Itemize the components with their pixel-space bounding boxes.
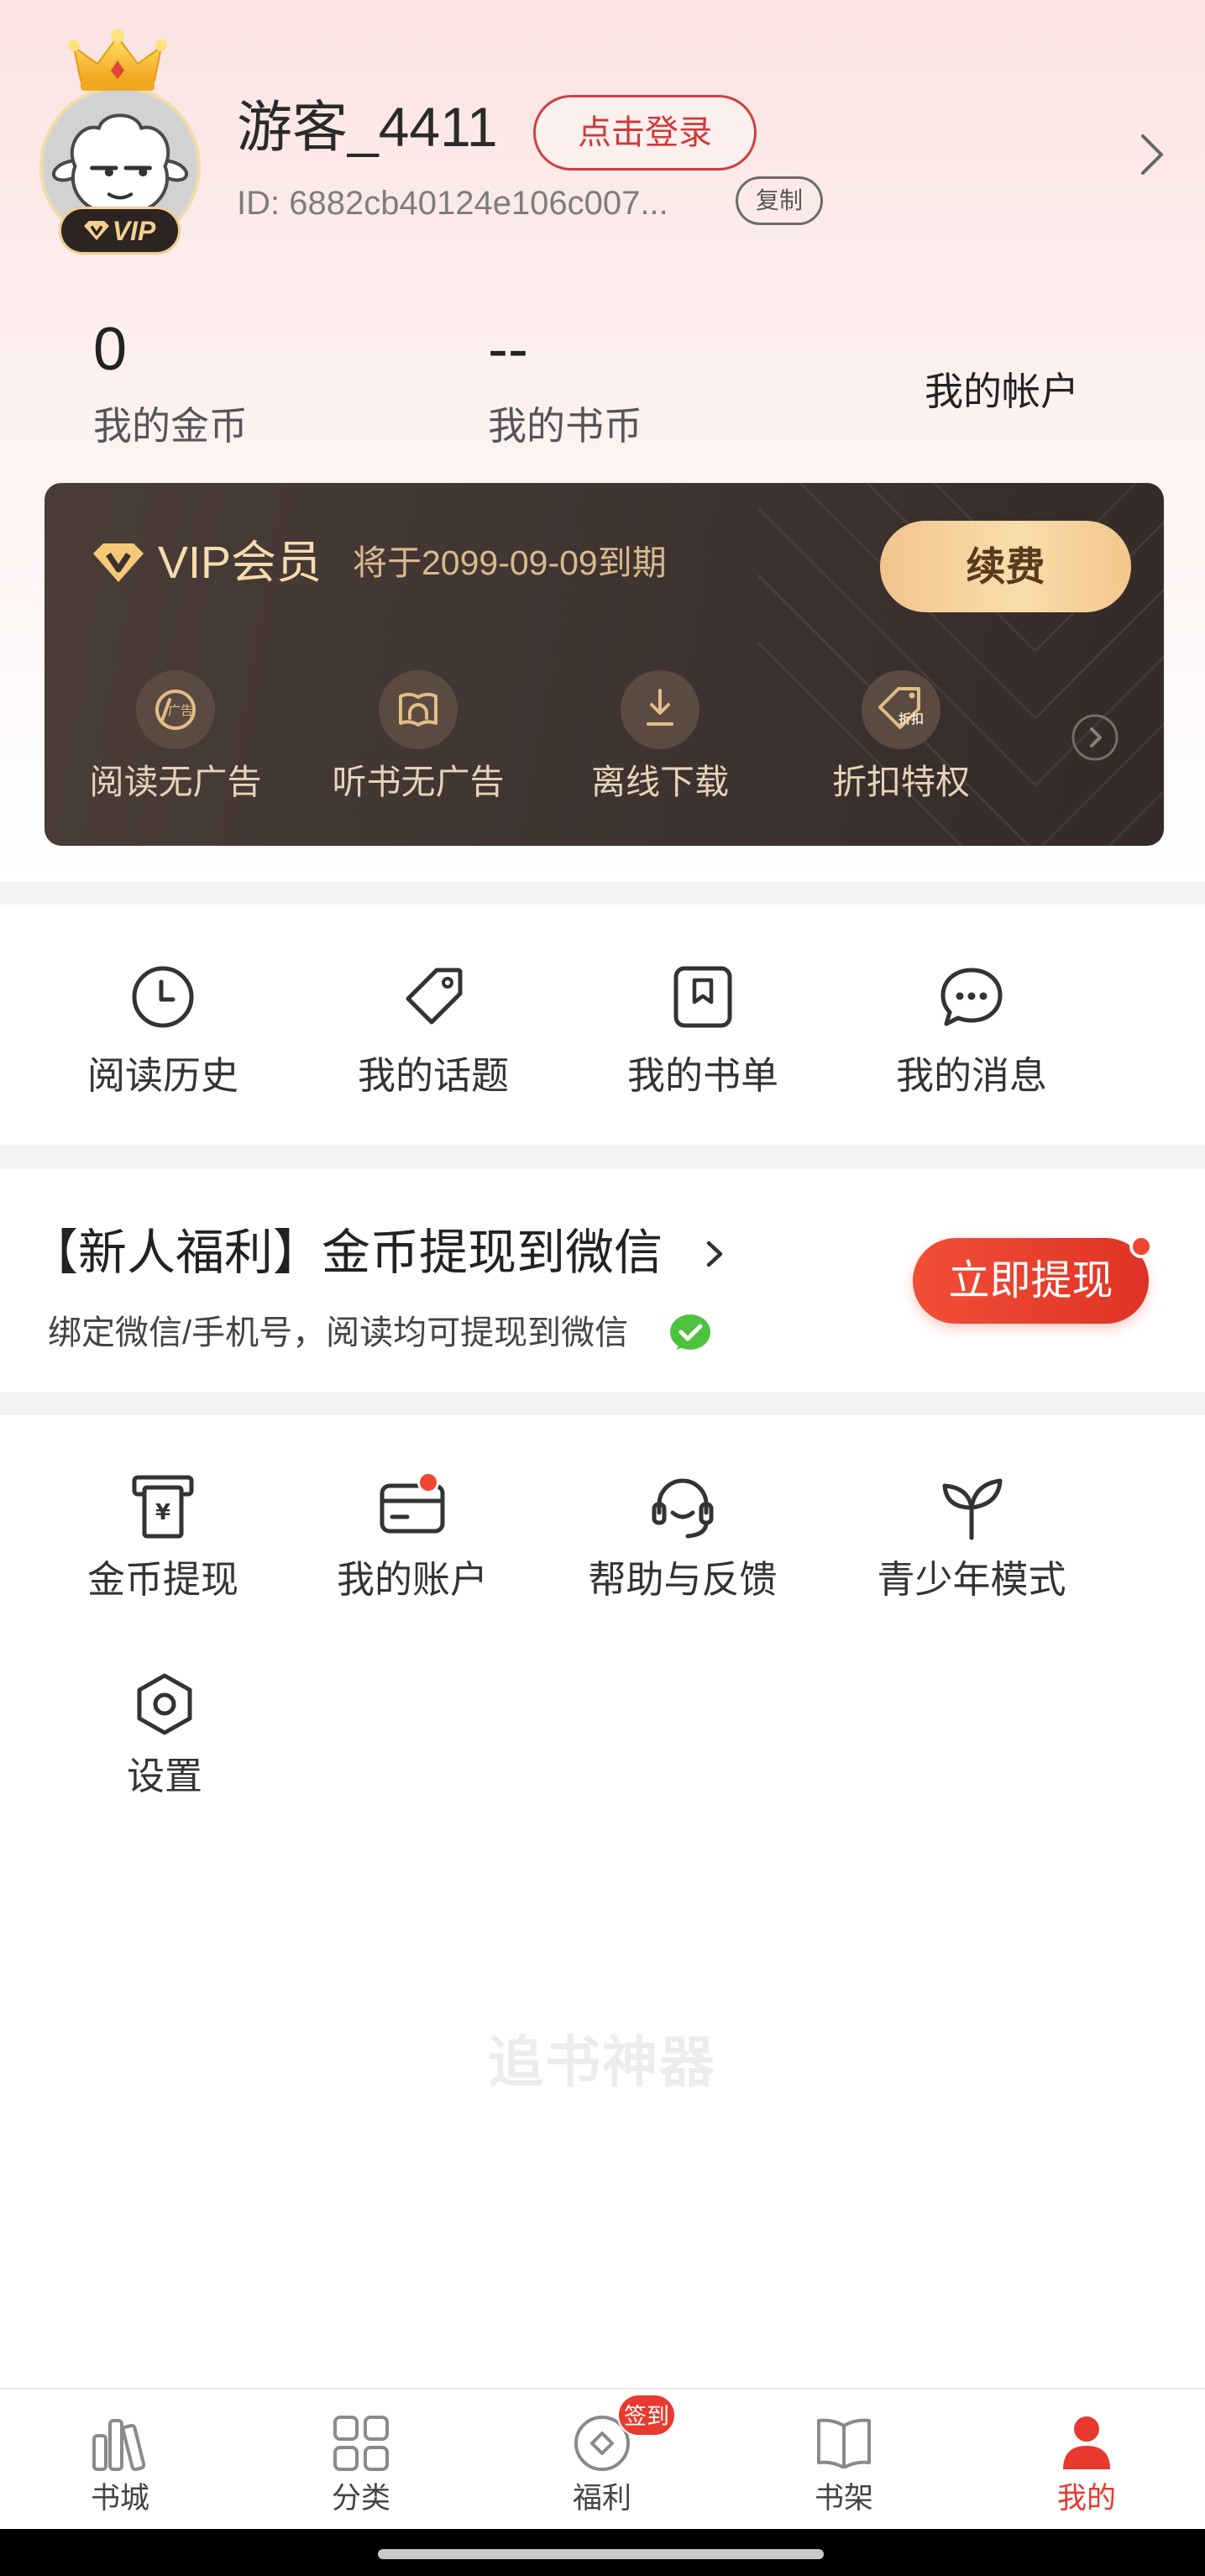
offline-download-icon (621, 670, 699, 749)
coin-balance[interactable]: 0 (93, 316, 127, 383)
settings-hexagon-icon (129, 1669, 200, 1739)
quick-link-my-booklist[interactable]: 我的书单 (577, 963, 829, 1099)
benefit-label: 听书无广告 (332, 763, 505, 801)
section-divider (0, 1393, 1205, 1415)
quick-link-label: 我的话题 (357, 1054, 509, 1097)
discount-tag-icon: 折扣 (862, 670, 940, 749)
no-ads-reading-icon: 广告 (136, 670, 215, 749)
benefit-label: 离线下载 (591, 763, 729, 801)
chat-bubble-icon (938, 963, 1005, 1031)
vip-diamond-icon (83, 220, 109, 240)
benefit-no-ads-reading[interactable]: 广告 阅读无广告 (62, 670, 289, 805)
nav-label: 福利 (572, 2482, 631, 2515)
benefit-offline-download[interactable]: 离线下载 (547, 670, 773, 805)
promo-title[interactable]: 【新人福利】金币提现到微信 (29, 1224, 663, 1283)
vip-expiry: 将于2099-09-09到期 (353, 543, 667, 582)
vip-badge-label: VIP (112, 215, 156, 246)
copy-id-button[interactable]: 复制 (736, 176, 823, 225)
nav-label: 分类 (331, 2482, 390, 2515)
home-indicator[interactable] (378, 2549, 824, 2559)
category-grid-icon (328, 2411, 394, 2476)
tool-label: 金币提现 (86, 1558, 238, 1601)
svg-text:折扣: 折扣 (899, 711, 924, 727)
bookstore-icon (87, 2411, 153, 2476)
svg-text:¥: ¥ (155, 1500, 170, 1525)
quick-link-label: 我的消息 (895, 1054, 1047, 1097)
sprout-icon (936, 1471, 1007, 1541)
crown-icon (67, 29, 168, 97)
nav-tab-profile[interactable]: 我的 (1003, 2390, 1171, 2529)
tool-my-account[interactable]: 我的账户 (286, 1471, 538, 1603)
nav-tab-bookshelf[interactable]: 书架 (760, 2390, 928, 2529)
coin-balance-label[interactable]: 我的金币 (93, 402, 248, 449)
section-divider (0, 1145, 1205, 1169)
quick-link-my-topics[interactable]: 我的话题 (307, 963, 559, 1099)
withdraw-now-button[interactable]: 立即提现 (913, 1238, 1149, 1324)
tool-label: 设置 (126, 1755, 202, 1797)
tool-settings[interactable]: 设置 (39, 1669, 291, 1799)
tool-coin-withdraw[interactable]: ¥ 金币提现 (37, 1471, 289, 1603)
promo-subtitle: 绑定微信/手机号，阅读均可提现到微信 (48, 1314, 629, 1351)
vip-diamond-icon (93, 543, 144, 584)
user-name: 游客_4411 (237, 96, 498, 158)
nav-tab-welfare[interactable]: 签到 福利 (518, 2390, 686, 2529)
profile-person-icon (1054, 2411, 1119, 2476)
tool-label: 青少年模式 (877, 1558, 1066, 1601)
nav-label: 书架 (814, 2482, 873, 2515)
notification-dot (1129, 1235, 1153, 1258)
quick-link-my-messages[interactable]: 我的消息 (846, 963, 1098, 1099)
quick-link-label: 我的书单 (626, 1054, 778, 1097)
wechat-check-icon (669, 1313, 711, 1355)
renew-button[interactable]: 续费 (880, 521, 1131, 612)
notification-dot (417, 1472, 439, 1493)
book-coin-balance[interactable]: -- (488, 316, 528, 383)
login-button[interactable]: 点击登录 (533, 95, 757, 171)
vip-badge: VIP (59, 207, 181, 254)
no-ads-audiobook-icon (379, 670, 458, 749)
tool-label: 我的账户 (336, 1558, 488, 1601)
more-benefits-arrow-icon[interactable] (1071, 713, 1119, 762)
chevron-right-icon[interactable] (1138, 131, 1166, 178)
benefit-no-ads-audiobook[interactable]: 听书无广告 (305, 670, 532, 805)
vip-title: VIP会员 (158, 538, 322, 588)
tool-help-feedback[interactable]: 帮助与反馈 (557, 1471, 809, 1603)
my-account-link[interactable]: 我的帐户 (925, 368, 1079, 415)
quick-link-reading-history[interactable]: 阅读历史 (37, 963, 289, 1099)
coin-withdraw-icon: ¥ (128, 1471, 198, 1541)
app-watermark: 追书神器 (488, 2031, 716, 2093)
benefit-discount[interactable]: 折扣 折扣特权 (788, 670, 1014, 805)
nav-tab-bookstore[interactable]: 书城 (36, 2390, 204, 2529)
tag-icon (400, 963, 467, 1031)
benefit-label: 阅读无广告 (89, 763, 262, 801)
nav-label: 我的 (1056, 2482, 1116, 2515)
bookshelf-icon (811, 2411, 877, 2476)
nav-tab-category[interactable]: 分类 (277, 2390, 445, 2529)
quick-link-label: 阅读历史 (86, 1054, 238, 1097)
booklist-icon (669, 963, 736, 1031)
benefit-label: 折扣特权 (832, 763, 970, 801)
nav-label: 书城 (90, 2482, 149, 2515)
user-id: ID: 6882cb40124e106c007... (237, 185, 668, 222)
svg-text:广告: 广告 (168, 703, 193, 718)
chevron-right-icon[interactable] (702, 1238, 727, 1270)
sign-in-badge[interactable]: 签到 (617, 2394, 676, 2437)
vip-membership-card[interactable]: VIP会员 将于2099-09-09到期 续费 广告 阅读无广告 听书无广告 离… (45, 483, 1164, 846)
tool-teen-mode[interactable]: 青少年模式 (846, 1471, 1098, 1603)
book-coin-balance-label[interactable]: 我的书币 (488, 402, 642, 449)
clock-icon (129, 963, 196, 1031)
headset-icon (647, 1471, 718, 1541)
tool-label: 帮助与反馈 (588, 1558, 778, 1601)
section-divider (0, 882, 1205, 905)
